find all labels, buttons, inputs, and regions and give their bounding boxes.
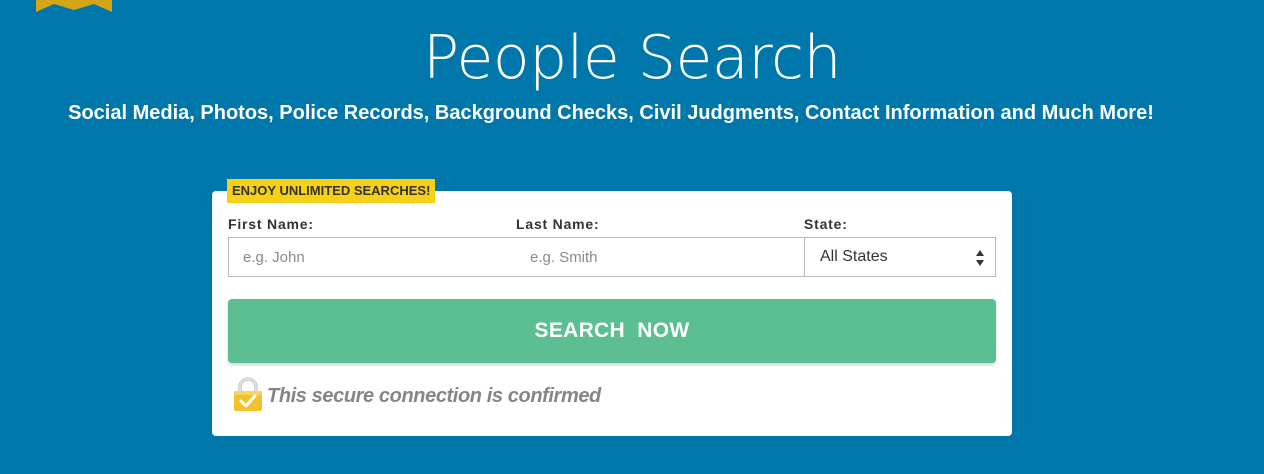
last-name-input[interactable] [516, 237, 805, 277]
state-select-value: All States [820, 248, 888, 265]
secure-connection-notice: This secure connection is confirmed [230, 377, 630, 413]
state-label: State: [804, 216, 848, 232]
promo-badge: ENJOY UNLIMITED SEARCHES! [227, 179, 436, 203]
ribbon-logo-icon [36, 0, 112, 12]
select-arrows-icon [976, 250, 984, 266]
page-title: People Search [422, 23, 842, 93]
last-name-label: Last Name: [516, 216, 600, 232]
first-name-label: First Name: [228, 216, 314, 232]
page-subtitle: Social Media, Photos, Police Records, Ba… [68, 102, 1154, 124]
lock-icon [234, 377, 262, 411]
first-name-input[interactable] [228, 237, 517, 277]
state-select[interactable]: All States [804, 237, 996, 277]
secure-connection-text: This secure connection is confirmed [267, 385, 601, 407]
search-now-button[interactable]: SEARCH NOW [228, 299, 996, 363]
search-card: ENJOY UNLIMITED SEARCHES! First Name: La… [212, 179, 1012, 436]
